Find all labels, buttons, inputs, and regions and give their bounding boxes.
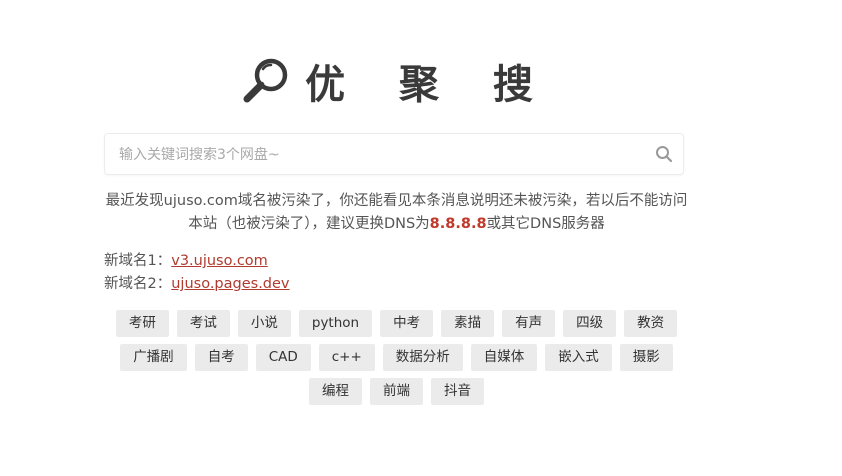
domain-label: 新域名2：: [104, 276, 172, 292]
tag-row: 考研 考试 小说 python 中考 素描 有声 四级 教资: [104, 310, 689, 337]
tag-kaoshi[interactable]: 考试: [176, 310, 230, 337]
domain-label: 新域名1：: [104, 253, 172, 269]
domain-link-1[interactable]: v3.ujuso.com: [171, 253, 268, 269]
tag-zikao[interactable]: 自考: [194, 344, 248, 371]
search-input[interactable]: [105, 134, 641, 176]
site-title: 优 聚 搜: [305, 62, 553, 108]
tag-row: 广播剧 自考 CAD c++ 数据分析 自媒体 嵌入式 摄影: [104, 344, 689, 371]
tag-siji[interactable]: 四级: [563, 310, 617, 337]
tag-xiaoshuo[interactable]: 小说: [237, 310, 291, 337]
search-icon[interactable]: [655, 145, 673, 163]
dns-address: 8.8.8.8: [429, 216, 487, 232]
tag-kaoyan[interactable]: 考研: [115, 310, 169, 337]
tag-biancheng[interactable]: 编程: [309, 378, 362, 405]
domain-link-2[interactable]: ujuso.pages.dev: [171, 276, 289, 292]
tag-zimeiti[interactable]: 自媒体: [470, 344, 538, 371]
domain-item: 新域名2：ujuso.pages.dev: [104, 273, 290, 296]
tag-zhongkao[interactable]: 中考: [380, 310, 434, 337]
domain-list: 新域名1：v3.ujuso.com 新域名2：ujuso.pages.dev: [104, 250, 290, 296]
notice-text: 最近发现ujuso.com域名被污染了，你还能看见本条消息说明还未被污染，若以后…: [104, 190, 689, 236]
notice-text-after: 或其它DNS服务器: [486, 216, 605, 232]
magnifier-icon: [243, 58, 288, 103]
tag-cloud: 考研 考试 小说 python 中考 素描 有声 四级 教资 广播剧 自考 CA…: [104, 310, 689, 412]
tag-yousheng[interactable]: 有声: [502, 310, 556, 337]
tag-jiaozi[interactable]: 教资: [624, 310, 678, 337]
logo: 优 聚 搜: [0, 52, 842, 110]
tag-shujufenxi[interactable]: 数据分析: [382, 344, 463, 371]
tag-row: 编程 前端 抖音: [104, 378, 689, 405]
tag-cad[interactable]: CAD: [255, 344, 311, 371]
tag-qianrushi[interactable]: 嵌入式: [545, 344, 612, 371]
tag-sumiao[interactable]: 素描: [441, 310, 495, 337]
tag-guangboju[interactable]: 广播剧: [120, 344, 187, 371]
tag-douyin[interactable]: 抖音: [431, 378, 484, 405]
domain-item: 新域名1：v3.ujuso.com: [104, 250, 290, 273]
tag-qianduan[interactable]: 前端: [370, 378, 423, 405]
tag-python[interactable]: python: [298, 310, 373, 337]
search-box: [104, 133, 684, 176]
tag-sheying[interactable]: 摄影: [619, 344, 673, 371]
tag-cpp[interactable]: c++: [318, 344, 375, 371]
